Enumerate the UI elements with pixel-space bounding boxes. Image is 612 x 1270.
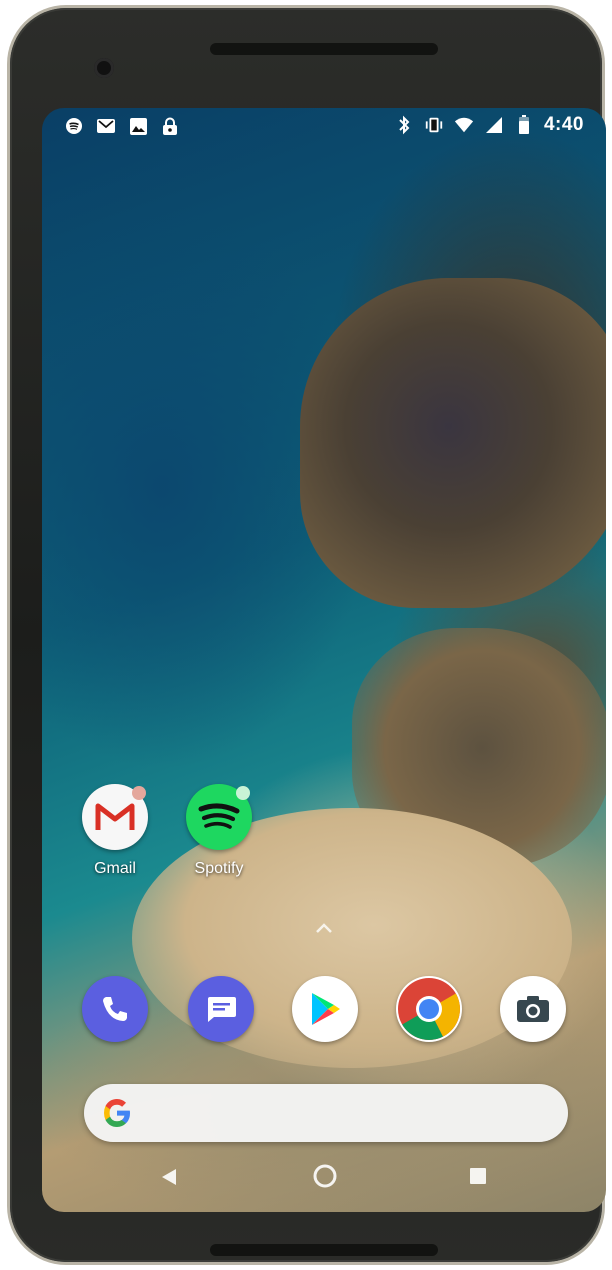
chrome-icon[interactable] (396, 976, 462, 1042)
status-bar: 4:40 (42, 108, 606, 142)
back-icon[interactable] (158, 1166, 180, 1193)
google-logo-icon (100, 1096, 134, 1130)
phone-icon[interactable] (82, 976, 148, 1042)
app-gmail[interactable]: Gmail (70, 784, 160, 878)
navigation-bar (42, 1150, 606, 1206)
recents-icon[interactable] (468, 1166, 488, 1191)
wallpaper-rock (300, 278, 606, 608)
clock: 4:40 (543, 114, 584, 135)
gmail-icon (96, 116, 116, 136)
wifi-icon (454, 115, 474, 135)
battery-icon (514, 115, 534, 135)
notification-badge (236, 786, 250, 800)
gmail-icon (82, 784, 148, 850)
system-icons: 4:40 (394, 114, 584, 136)
lock-icon (160, 116, 180, 136)
play-store-icon[interactable] (292, 976, 358, 1042)
bluetooth-icon (394, 115, 414, 135)
google-search-bar[interactable] (84, 1084, 568, 1142)
home-icon[interactable] (312, 1163, 338, 1194)
app-label: Spotify (194, 860, 244, 877)
messages-icon[interactable] (188, 976, 254, 1042)
app-label: Gmail (94, 860, 136, 877)
front-camera (94, 58, 114, 78)
image-icon (128, 116, 148, 136)
home-screen: 4:40 Gmail Spotify (42, 108, 606, 1212)
bottom-speaker-grille (210, 1244, 438, 1256)
vibrate-icon (424, 115, 444, 135)
phone-device: 4:40 Gmail Spotify (10, 8, 606, 1262)
notification-icons (64, 116, 180, 136)
top-speaker-grille (210, 43, 438, 55)
app-drawer-chevron-icon[interactable] (312, 920, 336, 936)
app-spotify[interactable]: Spotify (174, 784, 264, 878)
signal-icon (484, 115, 504, 135)
spotify-icon (186, 784, 252, 850)
favorites-dock (42, 976, 606, 1056)
spotify-icon (64, 116, 84, 136)
camera-icon[interactable] (500, 976, 566, 1042)
notification-badge (132, 786, 146, 800)
